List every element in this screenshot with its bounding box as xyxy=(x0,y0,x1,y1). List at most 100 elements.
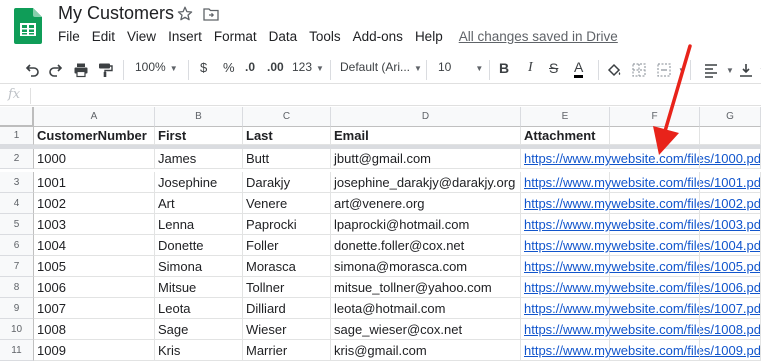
chevron-down-icon[interactable]: ▼ xyxy=(678,66,686,75)
data-cell[interactable]: 1003 xyxy=(34,214,155,235)
data-cell[interactable]: 1000 xyxy=(34,148,155,169)
chevron-down-icon[interactable]: ▼ xyxy=(726,66,734,75)
data-cell[interactable]: kris@gmail.com xyxy=(331,340,521,361)
data-cell[interactable]: sage_wieser@cox.net xyxy=(331,319,521,340)
data-cell[interactable]: mitsue_tollner@yahoo.com xyxy=(331,277,521,298)
data-cell[interactable]: Darakjy xyxy=(243,172,331,193)
column-header-g[interactable]: G xyxy=(700,107,761,127)
data-cell[interactable]: 1007 xyxy=(34,298,155,319)
select-all-corner[interactable] xyxy=(0,107,34,127)
data-cell[interactable]: 1006 xyxy=(34,277,155,298)
more-formats-select[interactable]: 123 ▼ xyxy=(292,60,324,74)
font-select[interactable]: Default (Ari... ▼ xyxy=(340,60,422,74)
sheets-logo-icon[interactable] xyxy=(14,8,42,44)
data-cell[interactable]: josephine_darakjy@darakjy.org xyxy=(331,172,521,193)
font-size-select[interactable]: 10 ▼ xyxy=(438,60,483,74)
bold-button[interactable]: B xyxy=(499,60,509,76)
data-cell[interactable]: jbutt@gmail.com xyxy=(331,148,521,169)
italic-button[interactable]: I xyxy=(528,60,533,76)
currency-format-button[interactable]: $ xyxy=(200,60,207,75)
data-cell[interactable]: Mitsue xyxy=(155,277,243,298)
data-cell[interactable]: 1001 xyxy=(34,172,155,193)
vertical-align-icon[interactable] xyxy=(738,62,754,78)
header-cell[interactable]: Last xyxy=(243,127,331,145)
data-cell[interactable]: Simona xyxy=(155,256,243,277)
menu-view[interactable]: View xyxy=(127,29,156,47)
row-header-7[interactable]: 7 xyxy=(0,256,34,277)
menu-file[interactable]: File xyxy=(58,29,80,47)
attachment-link-cell[interactable]: https://www.mywebsite.com/files/1008.pdf xyxy=(521,319,761,340)
column-header-f[interactable]: F xyxy=(610,107,700,127)
data-cell[interactable] xyxy=(610,277,700,298)
column-header-e[interactable]: E xyxy=(521,107,610,127)
data-cell[interactable] xyxy=(700,298,761,319)
star-icon[interactable] xyxy=(177,6,193,22)
data-cell[interactable]: leota@hotmail.com xyxy=(331,298,521,319)
menu-help[interactable]: Help xyxy=(415,29,443,47)
attachment-link-cell[interactable]: https://www.mywebsite.com/files/1009.pdf xyxy=(521,340,761,361)
data-cell[interactable]: Morasca xyxy=(243,256,331,277)
row-header-4[interactable]: 4 xyxy=(0,193,34,214)
zoom-select[interactable]: 100% ▼ xyxy=(135,60,178,74)
menu-tools[interactable]: Tools xyxy=(309,29,341,47)
data-cell[interactable] xyxy=(700,235,761,256)
formula-input[interactable] xyxy=(36,86,756,106)
save-status[interactable]: All changes saved in Drive xyxy=(459,29,618,47)
header-cell[interactable]: First xyxy=(155,127,243,145)
paint-format-icon[interactable] xyxy=(97,62,113,78)
header-cell[interactable] xyxy=(610,127,700,145)
attachment-link-cell[interactable]: https://www.mywebsite.com/files/1005.pdf xyxy=(521,256,761,277)
row-header-5[interactable]: 5 xyxy=(0,214,34,235)
data-cell[interactable] xyxy=(610,235,700,256)
data-cell[interactable] xyxy=(700,193,761,214)
data-cell[interactable]: 1005 xyxy=(34,256,155,277)
data-cell[interactable] xyxy=(700,277,761,298)
data-cell[interactable] xyxy=(700,340,761,361)
row-header-1[interactable]: 1 xyxy=(0,127,34,145)
data-cell[interactable]: Wieser xyxy=(243,319,331,340)
row-header-11[interactable]: 11 xyxy=(0,340,34,361)
row-header-2[interactable]: 2 xyxy=(0,148,34,169)
data-cell[interactable]: 1002 xyxy=(34,193,155,214)
data-cell[interactable]: Paprocki xyxy=(243,214,331,235)
frozen-row-divider[interactable] xyxy=(0,145,761,149)
header-cell[interactable]: Email xyxy=(331,127,521,145)
data-cell[interactable]: Dilliard xyxy=(243,298,331,319)
attachment-link-cell[interactable]: https://www.mywebsite.com/files/1002.pdf xyxy=(521,193,761,214)
data-cell[interactable]: 1008 xyxy=(34,319,155,340)
attachment-link-cell[interactable]: https://www.mywebsite.com/files/1000.pdf xyxy=(521,148,761,169)
data-cell[interactable] xyxy=(700,172,761,193)
menu-edit[interactable]: Edit xyxy=(92,29,115,47)
data-cell[interactable]: James xyxy=(155,148,243,169)
data-cell[interactable] xyxy=(610,340,700,361)
data-cell[interactable] xyxy=(610,214,700,235)
header-cell[interactable]: Attachment xyxy=(521,127,610,145)
attachment-link-cell[interactable]: https://www.mywebsite.com/files/1001.pdf xyxy=(521,172,761,193)
data-cell[interactable]: Marrier xyxy=(243,340,331,361)
row-header-6[interactable]: 6 xyxy=(0,235,34,256)
data-cell[interactable] xyxy=(700,256,761,277)
undo-icon[interactable] xyxy=(24,62,40,78)
move-folder-icon[interactable] xyxy=(203,7,219,21)
data-cell[interactable]: Josephine xyxy=(155,172,243,193)
increase-decimal-button[interactable]: .00 xyxy=(267,60,284,74)
column-header-b[interactable]: B xyxy=(155,107,243,127)
row-header-10[interactable]: 10 xyxy=(0,319,34,340)
row-header-8[interactable]: 8 xyxy=(0,277,34,298)
data-cell[interactable] xyxy=(700,319,761,340)
fill-color-icon[interactable] xyxy=(606,62,622,78)
attachment-link-cell[interactable]: https://www.mywebsite.com/files/1004.pdf xyxy=(521,235,761,256)
data-cell[interactable]: Sage xyxy=(155,319,243,340)
header-cell[interactable] xyxy=(700,127,761,145)
menu-format[interactable]: Format xyxy=(214,29,257,47)
header-cell[interactable]: CustomerNumber xyxy=(34,127,155,145)
borders-icon[interactable] xyxy=(631,62,647,78)
column-header-a[interactable]: A xyxy=(34,107,155,127)
strikethrough-button[interactable]: S xyxy=(549,60,558,76)
data-cell[interactable] xyxy=(610,148,700,169)
print-icon[interactable] xyxy=(73,62,89,78)
attachment-link-cell[interactable]: https://www.mywebsite.com/files/1006.pdf xyxy=(521,277,761,298)
attachment-link-cell[interactable]: https://www.mywebsite.com/files/1007.pdf xyxy=(521,298,761,319)
redo-icon[interactable] xyxy=(48,62,64,78)
row-header-9[interactable]: 9 xyxy=(0,298,34,319)
